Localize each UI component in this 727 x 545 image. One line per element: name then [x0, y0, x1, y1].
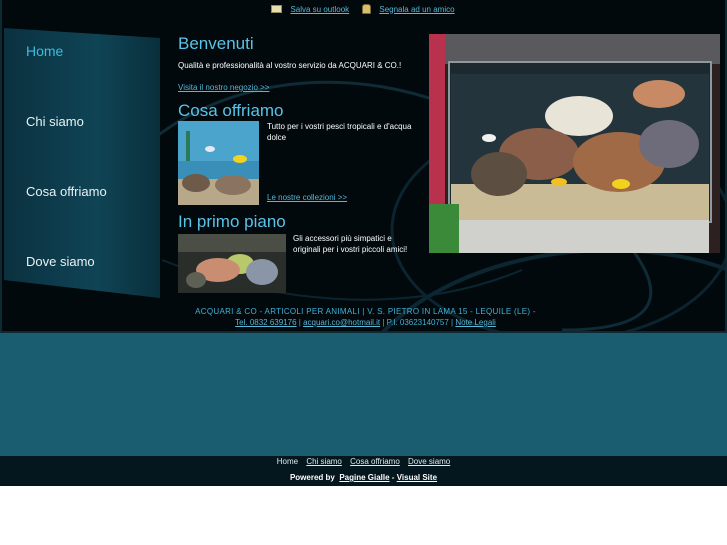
- nav-item-cosa-offriamo[interactable]: Cosa offriamo: [26, 184, 107, 199]
- bottom-nav-dove-siamo[interactable]: Dove siamo: [408, 457, 450, 466]
- parrot-photo: [178, 234, 286, 293]
- vat-number: P.I. 03623140757: [386, 318, 449, 327]
- nav-item-home[interactable]: Home: [26, 43, 63, 59]
- phone-link[interactable]: Tel. 0832 639176: [235, 318, 296, 327]
- bottom-nav-chi-siamo[interactable]: Chi siamo: [306, 457, 342, 466]
- top-utility-bar: Salva su outlook Segnala ad un amico: [2, 4, 725, 22]
- envelope-icon: [271, 5, 283, 13]
- contact-info: Tel. 0832 639176 | acquari.co@hotmail.it…: [2, 318, 725, 327]
- bottom-nav: Home Chi siamo Cosa offriamo Dove siamo …: [0, 456, 727, 486]
- powered-by: Powered by Pagine Gialle - Visual Site: [0, 473, 727, 482]
- collections-link[interactable]: Le nostre collezioni >>: [267, 193, 347, 202]
- powered-by-label: Powered by: [289, 473, 335, 482]
- nav-item-dove-siamo[interactable]: Dove siamo: [26, 254, 95, 269]
- nav-item-chi-siamo[interactable]: Chi siamo: [26, 114, 84, 129]
- highlight-text: Gli accessori più simpatici e originali …: [293, 234, 408, 254]
- decorative-band: [0, 333, 727, 456]
- person-icon: [362, 4, 372, 14]
- welcome-text: Qualità e professionalità al vostro serv…: [178, 61, 402, 70]
- offer-text: Tutto per i vostri pesci tropicali e d'a…: [267, 122, 412, 142]
- report-friend-link[interactable]: Segnala ad un amico: [379, 5, 454, 14]
- bottom-nav-cosa-offriamo[interactable]: Cosa offriamo: [350, 457, 400, 466]
- powered-separator: -: [391, 473, 395, 482]
- pagine-gialle-link[interactable]: Pagine Gialle: [339, 473, 389, 482]
- visit-shop-link[interactable]: Visita il nostro negozio >>: [178, 83, 269, 92]
- email-link[interactable]: acquari.co@hotmail.it: [303, 318, 380, 327]
- header-frame: Salva su outlook Segnala ad un amico Hom…: [0, 0, 727, 333]
- aquarium-photo: [429, 34, 720, 253]
- highlight-heading: In primo piano: [178, 212, 286, 231]
- page: Salva su outlook Segnala ad un amico Hom…: [0, 0, 727, 545]
- welcome-heading: Benvenuti: [178, 34, 254, 53]
- aquarium-thumbnail: [178, 121, 259, 205]
- save-outlook-link[interactable]: Salva su outlook: [290, 5, 349, 14]
- bottom-nav-home[interactable]: Home: [277, 457, 298, 466]
- visual-site-link[interactable]: Visual Site: [397, 473, 437, 482]
- legal-notes-link[interactable]: Note Legali: [455, 318, 495, 327]
- offer-heading: Cosa offriamo: [178, 101, 284, 120]
- sidebar-nav: Home Chi siamo Cosa offriamo Dove siamo: [2, 28, 162, 300]
- company-info: ACQUARI & CO - ARTICOLI PER ANIMALI | V.…: [195, 307, 536, 316]
